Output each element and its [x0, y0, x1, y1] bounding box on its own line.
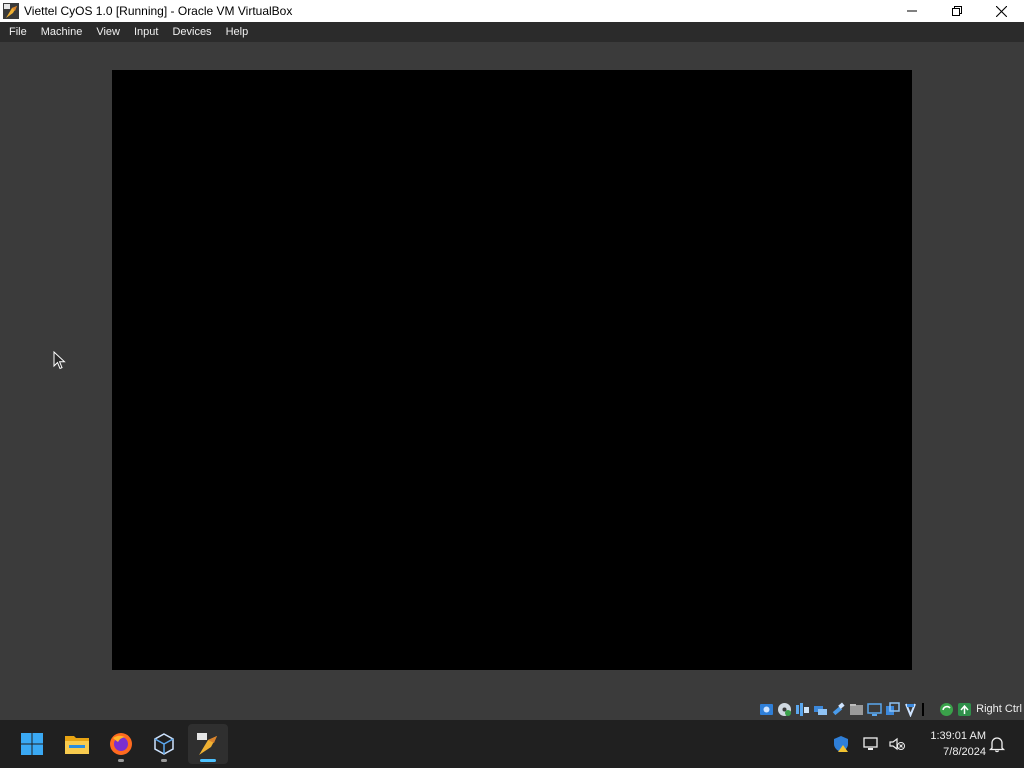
virtualbox-manager-icon: [154, 733, 174, 755]
mouse-integration-icon[interactable]: [939, 702, 954, 717]
notifications-icon[interactable]: [988, 735, 1006, 753]
close-button[interactable]: [979, 0, 1024, 22]
optical-drive-icon[interactable]: [777, 702, 792, 717]
windows-taskbar: 1:39:01 AM 7/8/2024: [0, 720, 1024, 768]
recording-icon[interactable]: [903, 702, 918, 717]
menu-help[interactable]: Help: [221, 22, 254, 42]
menu-file[interactable]: File: [4, 22, 32, 42]
firefox-icon: [110, 733, 132, 755]
window-title: Viettel CyOS 1.0 [Running] - Oracle VM V…: [24, 4, 293, 18]
windows-security-icon[interactable]: [832, 735, 850, 753]
active-indicator: [200, 759, 216, 762]
menu-input[interactable]: Input: [129, 22, 163, 42]
virtualbox-vm-icon: [197, 733, 217, 755]
hard-disk-icon[interactable]: [759, 702, 774, 717]
running-indicator: [161, 759, 167, 762]
start-button[interactable]: [12, 724, 52, 764]
virtualbox-vm-button[interactable]: [188, 724, 228, 764]
virtualbox-manager-button[interactable]: [144, 724, 184, 764]
minimize-button[interactable]: [889, 0, 934, 22]
firefox-button[interactable]: [101, 724, 141, 764]
clock-time: 1:39:01 AM: [930, 730, 986, 742]
network-icon[interactable]: [813, 702, 828, 717]
video-capture-icon[interactable]: [885, 701, 900, 717]
shared-folders-icon[interactable]: [849, 702, 864, 717]
usb-icon[interactable]: [831, 702, 846, 717]
close-icon: [996, 5, 1007, 17]
vm-status-bar: Right Ctrl: [0, 698, 1024, 720]
minimize-icon: [906, 10, 917, 12]
system-clock[interactable]: 1:39:01 AM 7/8/2024: [912, 728, 986, 760]
menu-devices[interactable]: Devices: [167, 22, 216, 42]
running-indicator: [118, 759, 124, 762]
menu-bar: File Machine View Input Devices Help: [0, 22, 1024, 42]
restore-icon: [951, 6, 962, 16]
restore-button[interactable]: [934, 0, 979, 22]
host-key-label[interactable]: Right Ctrl: [976, 703, 1022, 715]
vm-display-area[interactable]: [0, 42, 1024, 698]
menu-machine[interactable]: Machine: [36, 22, 88, 42]
cpu-icon[interactable]: [921, 702, 936, 717]
virtualbox-app-icon: [3, 3, 19, 19]
start-icon: [21, 733, 43, 755]
audio-icon[interactable]: [795, 702, 810, 717]
guest-screen[interactable]: [112, 70, 912, 670]
file-explorer-button[interactable]: [57, 724, 97, 764]
clock-date: 7/8/2024: [943, 746, 986, 758]
mouse-cursor-icon: [53, 351, 66, 370]
menu-view[interactable]: View: [91, 22, 125, 42]
display-icon[interactable]: [867, 702, 882, 717]
keyboard-icon[interactable]: [957, 702, 972, 717]
file-explorer-icon: [65, 736, 89, 754]
volume-muted-icon[interactable]: [888, 735, 906, 753]
window-title-bar[interactable]: Viettel CyOS 1.0 [Running] - Oracle VM V…: [0, 0, 1024, 22]
network-status-icon[interactable]: [862, 735, 880, 753]
